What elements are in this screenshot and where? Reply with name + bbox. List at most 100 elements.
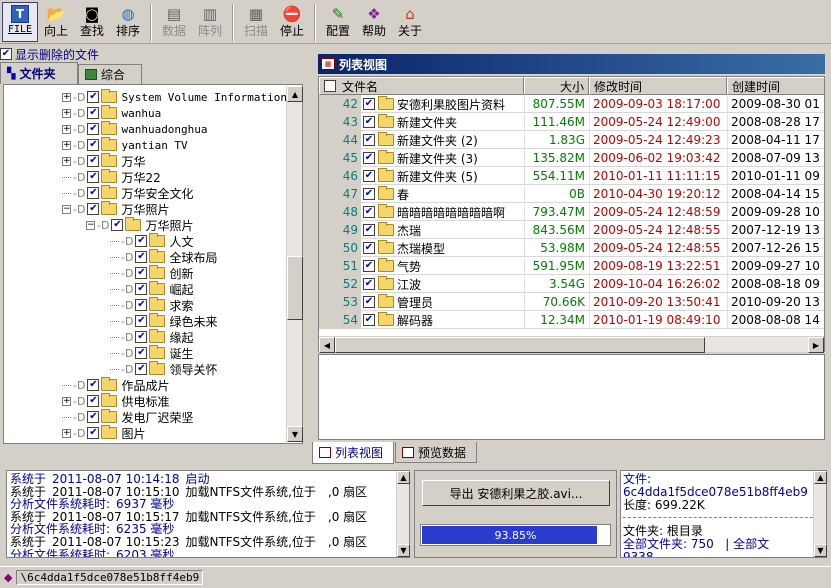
collapse-icon[interactable]: − xyxy=(86,220,95,230)
table-row[interactable]: 54 ✔ 解码器 12.34M 2010-01-19 08:49:10 2008-08-0… xyxy=(319,311,824,329)
tree-checkbox[interactable]: ✔ xyxy=(87,395,100,407)
tree-item[interactable]: -D ✔ 万华安全文化 xyxy=(62,185,193,201)
tree-item[interactable]: − -D ✔ 万华照片 xyxy=(86,217,193,233)
tree-checkbox[interactable]: ✔ xyxy=(135,347,148,359)
log-scroll-up[interactable]: ▲ xyxy=(397,471,410,484)
tree-checkbox[interactable]: ✔ xyxy=(87,411,100,423)
list-hscrollbar[interactable]: ◀ ▶ xyxy=(319,336,824,353)
tree-checkbox[interactable]: ✔ xyxy=(135,299,148,311)
row-checkbox[interactable]: ✔ xyxy=(363,116,375,128)
tab-preview-data[interactable]: 预览数据 xyxy=(395,442,477,463)
expand-icon[interactable]: + xyxy=(62,108,71,118)
tree-item[interactable]: -D ✔ 万华22 xyxy=(62,169,161,185)
toolbar-button-6[interactable]: ▦ 扫描 xyxy=(238,2,274,42)
scroll-right-button[interactable]: ▶ xyxy=(808,337,824,353)
col-header-created[interactable]: 创建时间 xyxy=(727,77,824,95)
tree-item[interactable]: + -D ✔ yantian TV xyxy=(62,137,188,153)
table-row[interactable]: 47 ✔ 春 0B 2010-04-30 19:20:12 2008-04-14 15 xyxy=(319,185,824,203)
table-row[interactable]: 43 ✔ 新建文件夹 111.46M 2009-05-24 12:49:00 2008-0… xyxy=(319,113,824,131)
tree-checkbox[interactable]: ✔ xyxy=(135,283,148,295)
table-row[interactable]: 46 ✔ 新建文件夹 (5) 554.11M 2010-01-11 11:11:15 20… xyxy=(319,167,824,185)
tree-item[interactable]: -D ✔ 绿色未来 xyxy=(110,313,217,329)
tree-item[interactable]: + -D ✔ 图片 xyxy=(62,425,145,441)
row-checkbox[interactable]: ✔ xyxy=(363,242,375,254)
row-checkbox[interactable]: ✔ xyxy=(363,314,375,326)
tree-scroll-thumb[interactable] xyxy=(287,256,303,320)
col-header-size[interactable]: 大小 xyxy=(524,77,589,95)
tree-item[interactable]: -D ✔ 缘起 xyxy=(110,329,193,345)
tree-item[interactable]: -D ✔ 发电厂迟荣坚 xyxy=(62,409,193,425)
tree-item[interactable]: -D ✔ 领导关怀 xyxy=(110,361,217,377)
row-checkbox[interactable]: ✔ xyxy=(363,296,375,308)
tree-item[interactable]: -D ✔ 求索 xyxy=(110,297,193,313)
expand-icon[interactable]: + xyxy=(62,92,71,102)
table-row[interactable]: 52 ✔ 江波 3.54G 2009-10-04 16:26:02 2008-08-18 … xyxy=(319,275,824,293)
tree-checkbox[interactable]: ✔ xyxy=(87,123,100,135)
tree-item[interactable]: -D ✔ 诞生 xyxy=(110,345,193,361)
list-hscroll-thumb[interactable] xyxy=(335,337,705,353)
tree-checkbox[interactable]: ✔ xyxy=(135,251,148,263)
tab-list-view[interactable]: 列表视图 xyxy=(312,442,394,464)
expand-icon[interactable]: + xyxy=(62,156,71,166)
toolbar-button-1[interactable]: 📂 向上 xyxy=(38,2,74,42)
row-checkbox[interactable]: ✔ xyxy=(363,152,375,164)
row-checkbox[interactable]: ✔ xyxy=(363,188,375,200)
expand-icon[interactable]: + xyxy=(62,140,71,150)
tree-item[interactable]: + -D ✔ System Volume Information xyxy=(62,89,287,105)
expand-icon[interactable]: + xyxy=(62,428,71,438)
tree-checkbox[interactable]: ✔ xyxy=(87,379,100,391)
toolbar-button-2[interactable]: ◙ 查找 xyxy=(74,2,110,42)
tree-checkbox[interactable]: ✔ xyxy=(87,171,100,183)
tree-checkbox[interactable]: ✔ xyxy=(87,203,100,215)
row-checkbox[interactable]: ✔ xyxy=(363,260,375,272)
log-scrollbar[interactable]: ▲ ▼ xyxy=(396,471,410,557)
tab-summary[interactable]: 综合 xyxy=(78,64,142,84)
tree-item[interactable]: + -D ✔ wanhuadonghua xyxy=(62,121,208,137)
table-row[interactable]: 51 ✔ 气势 591.95M 2009-08-19 13:22:51 2009-09-2… xyxy=(319,257,824,275)
toolbar-button-0[interactable]: T FILE xyxy=(2,2,38,42)
scroll-up-button[interactable]: ▲ xyxy=(287,86,303,102)
tree-checkbox[interactable]: ✔ xyxy=(87,187,100,199)
scroll-down-button[interactable]: ▼ xyxy=(287,426,303,442)
tree-checkbox[interactable]: ✔ xyxy=(135,235,148,247)
row-checkbox[interactable]: ✔ xyxy=(363,170,375,182)
toolbar-button-8[interactable]: ✎ 配置 xyxy=(320,2,356,42)
tree-checkbox[interactable]: ✔ xyxy=(135,363,148,375)
show-deleted-checkbox[interactable]: ✔ xyxy=(0,48,12,60)
tree-checkbox[interactable]: ✔ xyxy=(87,91,100,103)
expand-icon[interactable]: + xyxy=(62,396,71,406)
col-header-modified[interactable]: 修改时间 xyxy=(589,77,727,95)
toolbar-button-5[interactable]: ▥ 阵列 xyxy=(192,2,228,42)
toolbar-button-9[interactable]: ❖ 帮助 xyxy=(356,2,392,42)
row-checkbox[interactable]: ✔ xyxy=(363,98,375,110)
table-row[interactable]: 50 ✔ 杰瑞模型 53.98M 2009-05-24 12:48:55 2007-12-… xyxy=(319,239,824,257)
show-deleted-files[interactable]: ✔ 显示删除的文件 xyxy=(0,46,310,62)
expand-icon[interactable]: + xyxy=(62,124,71,134)
tree-checkbox[interactable]: ✔ xyxy=(135,267,148,279)
file-list[interactable]: ✔ 文件名 大小 修改时间 创建时间 42✔安德利果胶图片资料807.55M20… xyxy=(318,76,825,352)
tree-checkbox[interactable]: ✔ xyxy=(87,139,100,151)
toolbar-button-7[interactable]: ⛔ 停止 xyxy=(274,2,310,42)
log-scroll-down[interactable]: ▼ xyxy=(397,544,410,557)
tree-checkbox[interactable]: ✔ xyxy=(135,331,148,343)
table-row[interactable]: 53 ✔ 管理员 70.66K 2010-09-20 13:50:41 2010-09-2… xyxy=(319,293,824,311)
toolbar-button-10[interactable]: ⌂ 关于 xyxy=(392,2,428,42)
tree-checkbox[interactable]: ✔ xyxy=(135,315,148,327)
tree-item[interactable]: + -D ✔ 万华 xyxy=(62,153,145,169)
tree-item[interactable]: -D ✔ 创新 xyxy=(110,265,193,281)
tree-item[interactable]: -D ✔ 人文 xyxy=(110,233,193,249)
col-header-name[interactable]: ✔ 文件名 xyxy=(319,77,524,95)
tree-checkbox[interactable]: ✔ xyxy=(111,219,124,231)
tree-checkbox[interactable]: ✔ xyxy=(87,427,100,439)
scroll-left-button[interactable]: ◀ xyxy=(319,337,335,353)
row-checkbox[interactable]: ✔ xyxy=(363,278,375,290)
table-row[interactable]: 49 ✔ 杰瑞 843.56M 2009-05-24 12:48:55 2007-12-1… xyxy=(319,221,824,239)
table-row[interactable]: 44 ✔ 新建文件夹 (2) 1.83G 2009-05-24 12:49:23 2008… xyxy=(319,131,824,149)
tree-item[interactable]: + -D ✔ wanhua xyxy=(62,105,161,121)
tree-item[interactable]: -D ✔ 崛起 xyxy=(110,281,193,297)
tree-checkbox[interactable]: ✔ xyxy=(87,107,100,119)
tree-item[interactable]: + -D ✔ 供电标准 xyxy=(62,393,169,409)
tree-item[interactable]: -D ✔ 全球布局 xyxy=(110,249,217,265)
info-scrollbar[interactable]: ▲ ▼ xyxy=(813,471,827,557)
export-button[interactable]: 导出 安德利果之胶.avi... xyxy=(422,480,610,506)
